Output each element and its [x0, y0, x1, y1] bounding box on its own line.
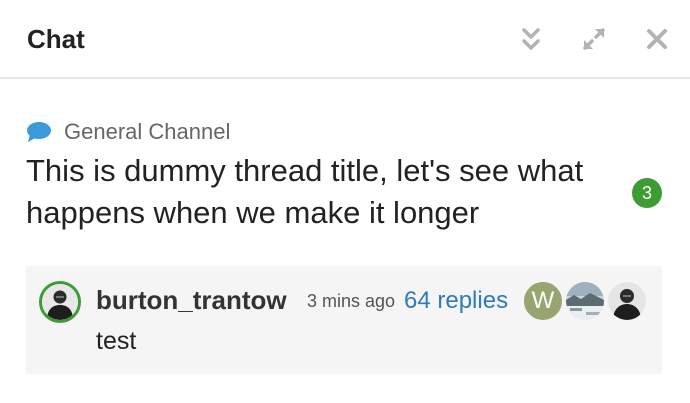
- speech-bubble-icon: [27, 122, 51, 142]
- expand-button[interactable]: [579, 24, 609, 54]
- participant-avatar[interactable]: [606, 280, 648, 322]
- replies-link[interactable]: 64 replies: [404, 287, 508, 315]
- post-text: test: [96, 327, 137, 355]
- close-button[interactable]: [642, 24, 672, 54]
- user-avatar-image: [42, 284, 78, 320]
- thread-title[interactable]: This is dummy thread title, let's see wh…: [26, 150, 616, 234]
- last-post-card[interactable]: burton_trantow 3 mins ago 64 replies tes…: [26, 266, 662, 374]
- minimize-button[interactable]: [516, 24, 546, 54]
- chat-header: Chat: [0, 0, 690, 79]
- chat-title: Chat: [27, 24, 85, 54]
- participant-avatar[interactable]: [564, 280, 606, 322]
- close-icon: [647, 29, 667, 49]
- channel-label[interactable]: General Channel: [26, 119, 230, 145]
- channel-name: General Channel: [64, 119, 231, 144]
- post-username[interactable]: burton_trantow: [96, 285, 287, 316]
- expand-arrows-icon: [583, 28, 605, 50]
- unread-count-badge: 3: [632, 178, 662, 208]
- double-chevron-down-icon: [522, 28, 540, 50]
- participant-avatar[interactable]: W: [522, 280, 564, 322]
- avatar[interactable]: [39, 281, 81, 323]
- post-timestamp: 3 mins ago: [307, 291, 396, 311]
- participant-photo-image: [566, 282, 604, 320]
- participant-photo-image: [608, 282, 646, 320]
